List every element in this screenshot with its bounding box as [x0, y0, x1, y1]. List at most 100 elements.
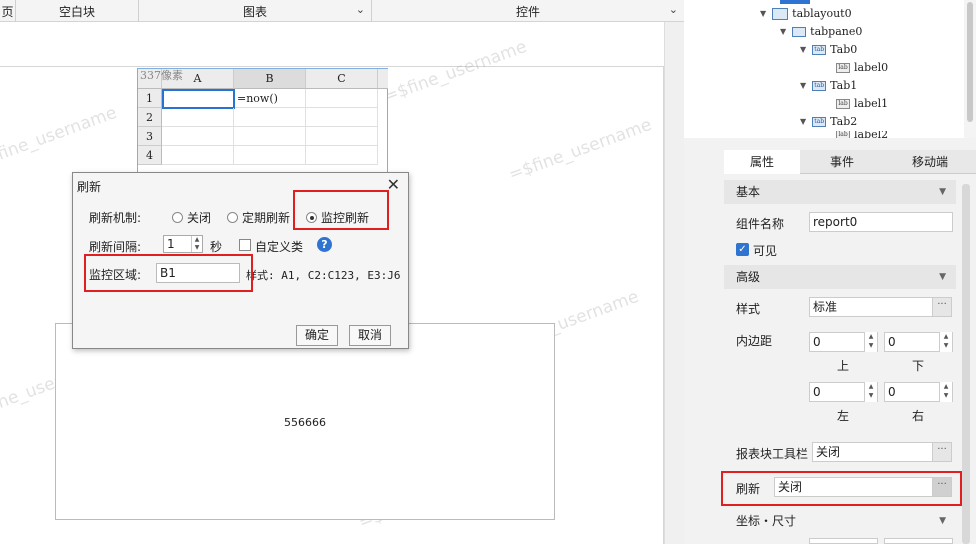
tree-node-label1[interactable]: lab label1: [836, 97, 888, 110]
section-advanced[interactable]: 高级 ▼: [724, 265, 956, 289]
style-label: 样式: [736, 302, 761, 316]
report-sheet[interactable]: A B C 1 2 3 4 =now(): [137, 68, 388, 174]
tab-icon: tab: [812, 44, 827, 55]
tree-node-label0[interactable]: lab label0: [836, 61, 888, 74]
coord-x-input[interactable]: [809, 538, 878, 544]
widget-toolbar: 页 空白块 图表 ⌄ 控件 ⌄: [0, 0, 684, 22]
section-basic[interactable]: 基本 ▼: [724, 180, 956, 204]
cancel-button[interactable]: 取消: [349, 325, 391, 346]
visible-label: 可见: [753, 244, 778, 258]
tab-icon: tab: [812, 80, 827, 91]
interval-stepper[interactable]: 1 ▲ ▼: [163, 235, 203, 253]
cell-c1[interactable]: [306, 89, 378, 108]
cell-c4[interactable]: [306, 146, 378, 165]
refresh-input[interactable]: 关闭: [774, 477, 933, 497]
label-icon: lab: [836, 98, 850, 109]
panel-divider[interactable]: [684, 138, 976, 150]
radio-circle: [172, 212, 183, 223]
tabpane-icon: [792, 26, 807, 37]
stepper-arrows-icon[interactable]: ▲ ▼: [939, 332, 952, 352]
report-value: 556666: [284, 416, 326, 429]
stepper-arrows-icon[interactable]: ▲ ▼: [939, 382, 952, 402]
interval-label: 刷新间隔:: [89, 240, 142, 254]
tree-node-label2[interactable]: lab label2: [836, 131, 888, 138]
cell-c2[interactable]: [306, 108, 378, 127]
ok-button[interactable]: 确定: [296, 325, 338, 346]
visible-checkbox[interactable]: ✓: [736, 243, 749, 256]
coord-y-input[interactable]: [884, 538, 953, 544]
monitor-area-label: 监控区域:: [89, 268, 142, 282]
blank-block-button[interactable]: 空白块: [16, 0, 139, 22]
refresh-label: 刷新: [736, 482, 761, 496]
tab-icon: tab: [812, 116, 827, 127]
cell-a3[interactable]: [162, 127, 234, 146]
properties-scrollbar[interactable]: [957, 174, 976, 544]
chevron-down-icon: ▼: [939, 272, 946, 282]
pixel-size-label: 337像素: [140, 69, 183, 82]
property-tabs: 属性 事件 移动端: [724, 150, 976, 174]
widget-name-label: 组件名称: [736, 217, 785, 231]
style-more-button[interactable]: ···: [932, 297, 952, 317]
cell-b1[interactable]: =now(): [235, 89, 306, 108]
column-header-extra: [378, 69, 388, 89]
stepper-arrows-icon[interactable]: ▲ ▼: [191, 236, 202, 252]
toolbar-item-partial[interactable]: 页: [0, 0, 16, 22]
row-header[interactable]: 1: [138, 89, 162, 108]
column-header-b[interactable]: B: [234, 69, 306, 89]
radio-periodic[interactable]: 定期刷新: [227, 209, 290, 226]
tab-mobile[interactable]: 移动端: [884, 150, 976, 174]
padding-label: 内边距: [736, 334, 773, 348]
tree-node-tab2[interactable]: ▼ tab Tab2: [800, 115, 857, 128]
style-input[interactable]: 标准: [809, 297, 933, 317]
mechanism-label: 刷新机制:: [89, 211, 142, 225]
widget-dropdown[interactable]: 控件 ⌄: [372, 0, 684, 22]
cell-b2[interactable]: [234, 108, 306, 127]
chevron-down-icon: ▼: [780, 27, 787, 36]
radio-circle-selected: [306, 212, 317, 223]
section-coords[interactable]: 坐标・尺寸 ▼: [724, 509, 956, 533]
tab-properties[interactable]: 属性: [724, 150, 800, 174]
help-icon[interactable]: ?: [317, 237, 332, 252]
scroll-thumb[interactable]: [962, 184, 970, 544]
stepper-arrows-icon[interactable]: ▲ ▼: [864, 382, 877, 402]
monitor-area-input[interactable]: B1: [156, 263, 240, 283]
widget-name-input[interactable]: report0: [809, 212, 953, 232]
chart-dropdown[interactable]: 图表 ⌄: [139, 0, 372, 22]
report-block[interactable]: 556666: [55, 323, 555, 520]
chevron-down-icon: ▼: [800, 45, 807, 54]
tree-node-tabpane[interactable]: ▼ tabpane0: [780, 25, 862, 38]
label-icon: lab: [836, 62, 850, 73]
row-header[interactable]: 4: [138, 146, 162, 165]
stepper-arrows-icon[interactable]: ▲ ▼: [864, 332, 877, 352]
refresh-more-button[interactable]: ···: [932, 477, 952, 497]
properties-panel: 基本 ▼ 组件名称 report0 ✓ 可见 高级 ▼ 样式 标准 ··· 内边距 …: [724, 174, 976, 544]
chevron-down-icon: ▼: [800, 81, 807, 90]
cell-a2[interactable]: [162, 108, 234, 127]
canvas-vertical-scrollbar[interactable]: [664, 22, 684, 544]
cell-b4[interactable]: [234, 146, 306, 165]
radio-off[interactable]: 关闭: [172, 209, 211, 226]
radio-monitor[interactable]: 监控刷新: [306, 209, 369, 226]
custom-class-checkbox[interactable]: [239, 239, 251, 251]
row-header[interactable]: 2: [138, 108, 162, 127]
padding-top-label: 上: [837, 359, 850, 373]
close-icon[interactable]: ✕: [387, 175, 400, 194]
row-header[interactable]: 3: [138, 127, 162, 146]
cell-a1[interactable]: [162, 89, 235, 109]
scroll-thumb[interactable]: [967, 2, 973, 122]
padding-left-label: 左: [837, 409, 850, 423]
column-header-c[interactable]: C: [306, 69, 378, 89]
cell-c3[interactable]: [306, 127, 378, 146]
chevron-down-icon: ▼: [939, 187, 946, 197]
tree-node-tab1[interactable]: ▼ tab Tab1: [800, 79, 857, 92]
report-toolbar-more-button[interactable]: ···: [932, 442, 952, 462]
cell-b3[interactable]: [234, 127, 306, 146]
report-toolbar-input[interactable]: 关闭: [812, 442, 933, 462]
cell-a4[interactable]: [162, 146, 234, 165]
selected-node-marker: [780, 0, 810, 4]
tab-events[interactable]: 事件: [800, 150, 884, 174]
tree-node-tablayout[interactable]: ▼ tablayout0: [760, 7, 852, 20]
chevron-down-icon: ⌄: [355, 3, 365, 16]
tree-scrollbar[interactable]: [964, 0, 976, 138]
tree-node-tab0[interactable]: ▼ tab Tab0: [800, 43, 857, 56]
